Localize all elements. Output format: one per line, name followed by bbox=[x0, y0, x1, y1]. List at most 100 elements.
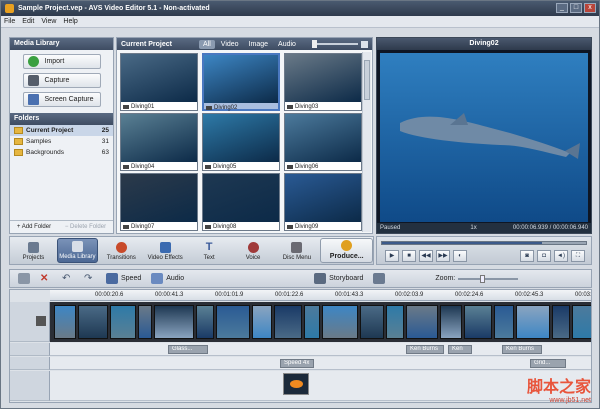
tools-icon[interactable] bbox=[373, 273, 386, 284]
timeline-clip[interactable] bbox=[54, 305, 76, 339]
tab-video[interactable]: Video bbox=[217, 40, 243, 49]
redo-icon[interactable]: ↷ bbox=[84, 273, 96, 284]
text-track[interactable]: Speed 4x Grid... bbox=[50, 357, 591, 370]
timeline-clip[interactable] bbox=[110, 305, 136, 339]
film-icon[interactable] bbox=[36, 316, 46, 326]
add-folder-button[interactable]: + Add Folder bbox=[17, 224, 51, 230]
snapshot-icon[interactable]: ◙ bbox=[520, 250, 534, 262]
timeline-clip[interactable] bbox=[386, 305, 404, 339]
storyboard-button[interactable]: Storyboard bbox=[314, 273, 363, 284]
text-button[interactable]: T Text bbox=[189, 238, 230, 263]
produce-button[interactable]: Produce... bbox=[320, 238, 374, 263]
current-project-title: Current Project bbox=[121, 40, 172, 48]
folder-backgrounds[interactable]: Backgrounds 63 bbox=[10, 147, 113, 158]
effects-track[interactable]: Glass... Ken Burns Ken Ken Burns bbox=[50, 343, 591, 356]
effect-ken-burns-2[interactable]: Ken Burns bbox=[502, 345, 542, 354]
seek-bar[interactable] bbox=[381, 241, 587, 245]
timeline-clip[interactable] bbox=[196, 305, 214, 339]
ruler-label: 00:01:01.9 bbox=[215, 292, 244, 298]
clip-thumbnail[interactable]: Diving01 bbox=[120, 53, 198, 111]
timeline-clip[interactable] bbox=[552, 305, 570, 339]
import-button[interactable]: Import bbox=[22, 54, 101, 69]
timeline-clip[interactable] bbox=[440, 305, 462, 339]
effect-glass[interactable]: Glass... bbox=[168, 345, 208, 354]
media-library-button[interactable]: Media Library bbox=[56, 238, 98, 263]
clip-thumbnail[interactable]: Diving08 bbox=[202, 173, 280, 231]
clip-thumbnail[interactable]: Diving04 bbox=[120, 113, 198, 171]
timeline-clip[interactable] bbox=[304, 305, 320, 339]
transitions-button[interactable]: Transitions bbox=[101, 238, 142, 263]
previous-frame-button[interactable]: ◀◀ bbox=[419, 250, 433, 262]
grid-clip[interactable]: Grid... bbox=[530, 359, 566, 368]
clip-thumbnail[interactable]: Diving02 bbox=[202, 53, 280, 111]
tab-audio[interactable]: Audio bbox=[274, 40, 300, 49]
speed-button[interactable]: Speed bbox=[106, 273, 141, 284]
tab-image[interactable]: Image bbox=[245, 40, 272, 49]
timeline-clip[interactable] bbox=[464, 305, 492, 339]
screen-capture-button[interactable]: Screen Capture bbox=[22, 92, 101, 107]
overlay-track[interactable] bbox=[50, 371, 591, 401]
menu-help[interactable]: Help bbox=[63, 18, 77, 25]
minimize-button[interactable]: _ bbox=[556, 3, 568, 13]
folder-current-project[interactable]: Current Project 25 bbox=[10, 125, 113, 136]
undo-icon[interactable]: ↶ bbox=[62, 273, 74, 284]
video-effects-button[interactable]: Video Effects bbox=[145, 238, 186, 263]
speed-clip[interactable]: Speed 4x bbox=[280, 359, 314, 368]
effect-ken-burns-1[interactable]: Ken Burns bbox=[406, 345, 444, 354]
clip-thumbnail[interactable]: Diving03 bbox=[284, 53, 362, 111]
folder-samples[interactable]: Samples 31 bbox=[10, 136, 113, 147]
goldfish-clip[interactable] bbox=[283, 373, 309, 395]
delete-folder-button[interactable]: − Delete Folder bbox=[65, 224, 106, 230]
volume-icon[interactable]: ◄) bbox=[554, 250, 568, 262]
timeline-clip[interactable] bbox=[494, 305, 514, 339]
folders-title: Folders bbox=[10, 113, 113, 125]
stop-button[interactable]: ■ bbox=[402, 250, 416, 262]
clip-thumbnail[interactable]: Diving09 bbox=[284, 173, 362, 231]
menu-file[interactable]: File bbox=[4, 18, 15, 25]
effect-ken[interactable]: Ken bbox=[448, 345, 472, 354]
view-toggle-icon[interactable] bbox=[360, 40, 368, 48]
timeline-clip[interactable] bbox=[138, 305, 152, 339]
ruler-label: 00:01:43.3 bbox=[335, 292, 364, 298]
clip-thumbnail[interactable]: Diving06 bbox=[284, 113, 362, 171]
video-track[interactable] bbox=[50, 302, 591, 342]
timeline-clip[interactable] bbox=[252, 305, 272, 339]
timeline-clip[interactable] bbox=[78, 305, 108, 339]
voice-button[interactable]: Voice bbox=[233, 238, 274, 263]
thumb-size-slider[interactable] bbox=[311, 40, 358, 48]
scissors-icon[interactable] bbox=[18, 273, 30, 284]
timeline-clip[interactable] bbox=[216, 305, 250, 339]
preview-video[interactable] bbox=[380, 53, 588, 222]
menu-view[interactable]: View bbox=[41, 18, 56, 25]
timeline-clip[interactable] bbox=[322, 305, 358, 339]
next-frame-button[interactable]: ▶▶ bbox=[436, 250, 450, 262]
plus-icon bbox=[27, 56, 39, 67]
folder-icon bbox=[14, 127, 23, 134]
timeline-clip[interactable] bbox=[274, 305, 302, 339]
capture-button[interactable]: Capture bbox=[22, 73, 101, 88]
disc-menu-button[interactable]: Disc Menu bbox=[276, 238, 317, 263]
clip-thumbnail[interactable]: Diving07 bbox=[120, 173, 198, 231]
menu-edit[interactable]: Edit bbox=[22, 18, 34, 25]
timeline-clip[interactable] bbox=[516, 305, 550, 339]
delete-icon[interactable]: ✕ bbox=[40, 273, 52, 284]
clip-thumbnail[interactable]: Diving05 bbox=[202, 113, 280, 171]
time-ruler[interactable]: 00:00:20.6 00:00:41.3 00:01:01.9 00:01:22.6… bbox=[50, 290, 591, 301]
vertical-scrollbar[interactable] bbox=[362, 52, 371, 232]
timeline-clip[interactable] bbox=[572, 305, 591, 339]
close-button[interactable]: x bbox=[584, 3, 596, 13]
audio-button[interactable]: Audio bbox=[151, 273, 184, 284]
timeline-clip[interactable] bbox=[406, 305, 438, 339]
title-bar[interactable]: Sample Project.vep - AVS Video Editor 5.… bbox=[1, 1, 599, 16]
projects-button[interactable]: Projects bbox=[13, 238, 54, 263]
zoom-slider[interactable] bbox=[458, 274, 519, 283]
camera-icon[interactable]: ◘ bbox=[537, 250, 551, 262]
tab-all[interactable]: All bbox=[199, 39, 215, 49]
video-clip-icon bbox=[123, 164, 129, 169]
play-button[interactable]: ▶ bbox=[385, 250, 399, 262]
timeline-clip[interactable] bbox=[154, 305, 194, 339]
timeline-clip[interactable] bbox=[360, 305, 384, 339]
fullscreen-icon[interactable]: ⛶ bbox=[571, 250, 585, 262]
loop-button[interactable]: ◐ bbox=[453, 250, 467, 262]
maximize-button[interactable]: □ bbox=[570, 3, 582, 13]
